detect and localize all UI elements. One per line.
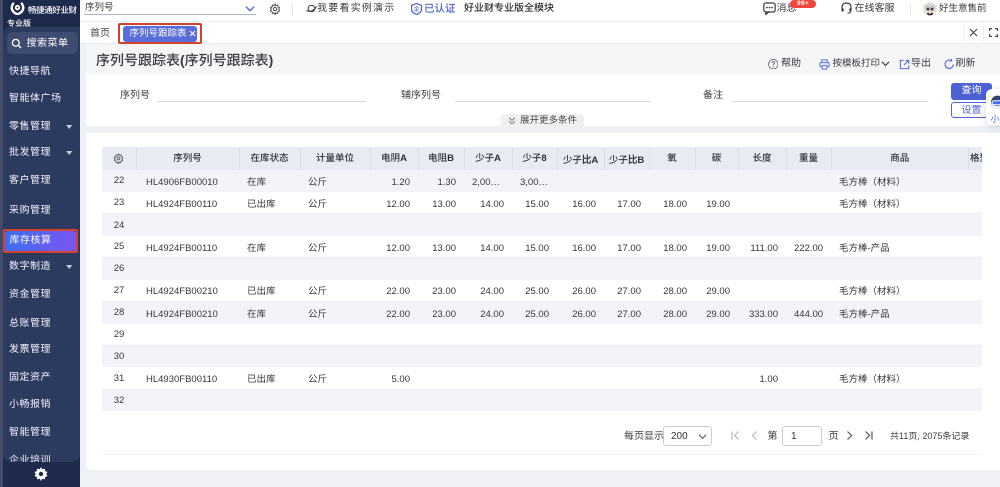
svg-text:企: 企 <box>413 5 419 13</box>
